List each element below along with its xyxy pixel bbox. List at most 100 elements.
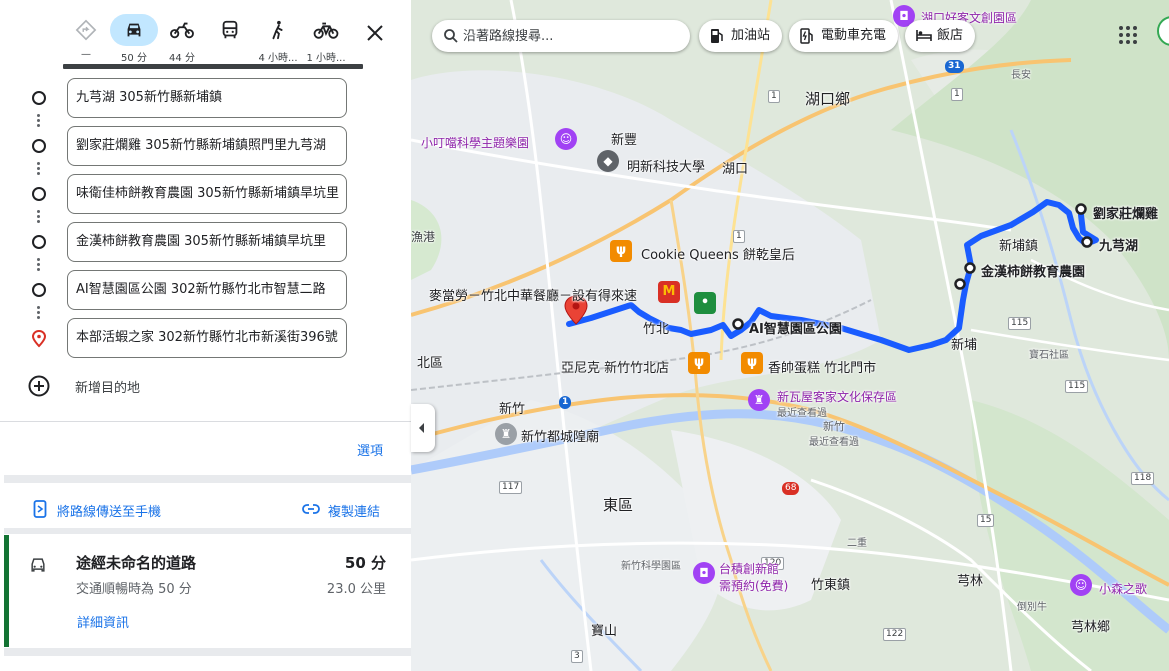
send-to-phone-label: 將路線傳送至手機 (57, 505, 162, 520)
options-button[interactable]: 選項 (357, 440, 383, 459)
route-shield: 115 (1065, 380, 1089, 393)
stop-input-2[interactable]: 劉家莊爛雞 305新竹縣新埔鎮照門里九芎湖 (67, 126, 347, 166)
map-label-yugang: 漁港 (411, 230, 436, 244)
route-shield: 1 (951, 88, 963, 101)
travel-mode-bar: — 50 分 44 分 4 小時... 1 小時... (62, 10, 402, 66)
route-details-link[interactable]: 詳細資訊 (77, 612, 129, 631)
mode-transit[interactable] (206, 10, 254, 66)
motorcycle-icon (158, 14, 206, 46)
route-subtitle: 交通順暢時為 50 分 (76, 582, 192, 597)
diamond-directions-icon (62, 14, 110, 46)
theme-park-icon[interactable]: ☺ (555, 128, 577, 150)
stop-input-3[interactable]: 味衛佳柿餅教育農園 305新竹縣新埔鎮旱坑里 (67, 174, 347, 214)
search-along-route-input[interactable] (463, 26, 678, 46)
divider (0, 421, 411, 422)
map-label-xinpu: 新埔 (951, 338, 978, 353)
map-label-qionglin: 芎林 (957, 574, 984, 589)
restaurant-icon[interactable]: ψ (741, 352, 763, 374)
map-label-zhubei: 竹北 (643, 322, 670, 337)
waypoint-circle-icon (32, 235, 46, 249)
route-shield: 1 (559, 396, 572, 409)
map-label-science-station: 新竹科學園區 (621, 561, 681, 572)
mode-scroll-indicator (63, 64, 363, 69)
university-icon[interactable]: ◆ (597, 150, 619, 172)
directions-panel: — 50 分 44 分 4 小時... 1 小時... 九芎湖 305新竹縣新埔… (0, 0, 411, 671)
mode-walking-label: 4 小時... (258, 53, 298, 64)
mode-cycling-label: 1 小時... (306, 53, 346, 64)
route-stop-2: 劉家莊爛雞 305新竹縣新埔鎮照門里九芎湖 (0, 126, 411, 166)
waypoint-circle-icon (32, 187, 46, 201)
store-icon[interactable]: • (694, 292, 716, 314)
chip-gas-station-label: 加油站 (731, 28, 771, 43)
bus-icon (206, 14, 254, 46)
map-label-hukou-township: 湖口鄉 (805, 90, 851, 108)
stop-input-1[interactable]: 九芎湖 305新竹縣新埔鎮 (67, 78, 347, 118)
car-icon (31, 558, 45, 572)
map-label-jiuqionghu: 九芎湖 (1099, 239, 1139, 254)
chip-hotel[interactable]: 飯店 (905, 20, 976, 52)
map-label-changan: 長安 (1011, 70, 1031, 81)
map-label-north-district: 北區 (417, 356, 444, 371)
map-label-tsmc-sub: 需預約(免費) (719, 579, 789, 593)
chip-gas-station[interactable]: 加油站 (699, 20, 783, 52)
mode-driving[interactable]: 50 分 (110, 10, 158, 66)
restaurant-icon[interactable]: ψ (610, 240, 632, 262)
add-circle-icon (28, 375, 50, 397)
temple-icon[interactable]: ♜ (495, 423, 517, 445)
stop-input-destination[interactable]: 本部活蝦之家 302新竹縣竹北市新溪街396號 (67, 318, 347, 358)
bicycle-icon (302, 14, 350, 46)
map-label-erchong: 二重 (847, 538, 867, 549)
section-divider (4, 475, 411, 483)
close-icon (367, 25, 383, 41)
route-option-card[interactable]: 途經未命名的道路 交通順暢時為 50 分 50 分 23.0 公里 詳細資訊 (4, 535, 411, 647)
add-destination-button[interactable]: 新增目的地 (28, 374, 228, 398)
restaurant-icon[interactable]: ψ (688, 352, 710, 374)
map-label-daolin: 倒別牛 (1017, 602, 1047, 613)
google-apps-button[interactable] (1115, 22, 1141, 48)
map-canvas[interactable]: 31 1 1 1 115 115 117 68 15 120 122 3 118… (411, 0, 1169, 671)
chip-ev-charging-label: 電動車充電 (821, 28, 887, 43)
mode-walking[interactable]: 4 小時... (254, 10, 302, 66)
cultural-site-icon[interactable]: ♜ (748, 389, 770, 411)
map-label-minghsin: 明新科技大學 (627, 160, 706, 175)
selected-route-accent (4, 535, 9, 647)
waypoint-circle-icon (32, 283, 46, 297)
stop-input-5[interactable]: AI智慧園區公園 302新竹縣竹北市智慧二路 (67, 270, 347, 310)
collapse-panel-button[interactable] (411, 404, 435, 452)
route-stop-5: AI智慧園區公園 302新竹縣竹北市智慧二路 (0, 270, 411, 310)
map-label-liujia: 劉家莊爛雞 (1093, 207, 1159, 222)
route-shield: 117 (499, 481, 523, 494)
mode-cycling[interactable]: 1 小時... (302, 10, 350, 66)
map-label-xinzhu-b: 新竹 (823, 420, 845, 433)
close-directions-button[interactable] (360, 18, 390, 48)
museum-icon[interactable]: ◘ (693, 562, 715, 584)
map-label-mcdonalds: 麥當勞－竹北中華餐廳－設有得來速 (429, 289, 638, 304)
link-icon (302, 504, 320, 514)
map-label-zhudong: 竹東鎮 (811, 578, 851, 593)
map-label-xinwawu-sub: 最近查看過 (777, 408, 827, 419)
map-label-baoshan: 寶山 (591, 624, 618, 639)
route-shield: 1 (733, 230, 745, 243)
mode-motorcycle[interactable]: 44 分 (158, 10, 206, 66)
route-stop-1: 九芎湖 305新竹縣新埔鎮 (0, 78, 411, 118)
route-shield: 118 (1131, 472, 1155, 485)
waypoint-circle-icon (32, 139, 46, 153)
map-label-jinhan: 金漢柿餅教育農園 (981, 265, 1086, 280)
mode-best[interactable]: — (62, 10, 110, 66)
add-destination-label: 新增目的地 (75, 381, 141, 396)
search-along-route[interactable] (432, 20, 690, 52)
map-label-xinzhu-a: 新竹 (499, 402, 526, 417)
chip-ev-charging[interactable]: 電動車充電 (789, 20, 899, 52)
section-divider (4, 528, 411, 534)
mcdonalds-icon[interactable]: M (658, 281, 680, 303)
route-duration: 50 分 (344, 554, 386, 572)
park-icon[interactable]: ☺ (1070, 574, 1092, 596)
ev-charging-icon (800, 28, 813, 44)
map-label-xiangshuai: 香帥蛋糕 竹北門市 (768, 361, 877, 376)
map-label-xinfeng: 新豐 (611, 133, 638, 148)
stop-input-4[interactable]: 金漢柿餅教育農園 305新竹縣新埔鎮旱坑里 (67, 222, 347, 262)
route-distance: 23.0 公里 (326, 582, 386, 597)
apps-grid-icon (1119, 26, 1137, 44)
map-label-ai-park: AI智慧園區公園 (749, 322, 842, 337)
route-shield: 115 (1008, 317, 1032, 330)
